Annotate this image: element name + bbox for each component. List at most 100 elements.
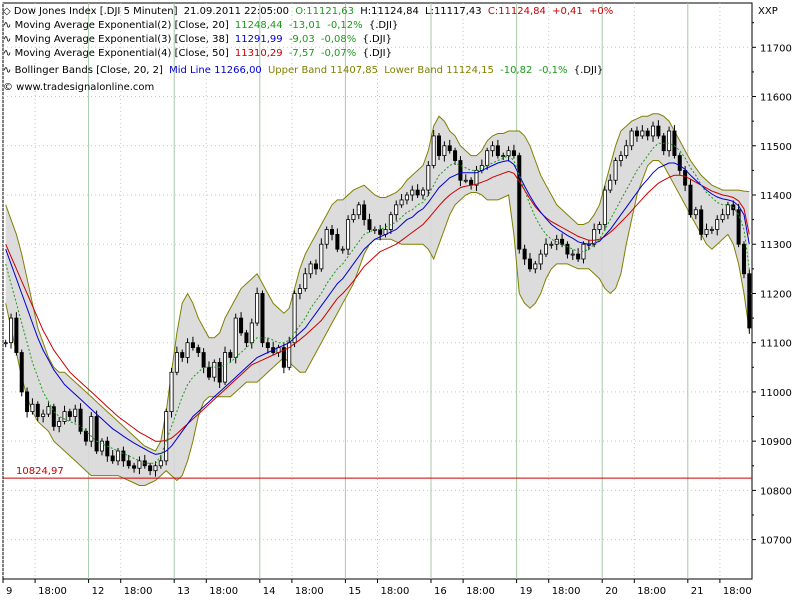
candle-body	[223, 352, 228, 383]
candle-body	[62, 411, 67, 422]
x-tick-label: 16	[434, 586, 447, 597]
copyright-text: © www.tradesignalonline.com	[3, 82, 154, 93]
candle-body	[148, 465, 153, 472]
candle-body	[570, 253, 575, 256]
candle-body	[260, 293, 265, 344]
candle-body	[346, 219, 351, 250]
y-tick-label: 10800	[760, 486, 792, 497]
candle-body	[201, 352, 206, 368]
candle-body	[608, 179, 613, 191]
candle-body	[185, 342, 190, 358]
candle-body	[308, 263, 313, 275]
y-tick-label: 10900	[760, 437, 792, 448]
ma-20-change-pct: -0,12%	[327, 20, 362, 31]
ma-38-change-pct: -0,08%	[321, 34, 356, 45]
y-tick-label: 11000	[760, 388, 792, 399]
candle-body	[415, 189, 420, 196]
ma-50-change-pct: -0,07%	[321, 48, 356, 59]
candle-body	[747, 273, 752, 329]
legend-ma-20: ∿ Moving Average Exponential(2) [Close, …	[3, 20, 398, 31]
x-tick-label: 18:00	[381, 586, 410, 597]
candle-body	[46, 406, 51, 415]
candle-body	[645, 130, 650, 137]
candle-body	[73, 408, 78, 417]
axis-tag: XXP	[758, 6, 778, 17]
candle-body	[41, 413, 46, 417]
y-tick-label: 10700	[760, 536, 792, 547]
y-tick-label: 11300	[760, 240, 792, 251]
candle-body	[233, 317, 238, 358]
ma-38-change: -9,03	[289, 34, 315, 45]
bollinger-lower: Lower Band 11124,15	[384, 65, 494, 76]
wave-icon: ∿	[3, 34, 11, 45]
y-tick-label: 11200	[760, 289, 792, 300]
candle-body	[736, 209, 741, 245]
ma-50-change: -7,57	[289, 48, 315, 59]
candle-body	[576, 253, 581, 260]
candle-body	[265, 342, 270, 349]
reference-line-label: 10824,97	[16, 466, 64, 477]
x-tick-label: 18:00	[38, 586, 67, 597]
candle-body	[426, 165, 431, 191]
x-tick-label: 18:00	[295, 586, 324, 597]
candle-body	[549, 243, 554, 246]
ma-50-value: 11310,29	[235, 48, 283, 59]
candle-body	[458, 160, 463, 181]
candle-body	[511, 150, 516, 157]
candle-body	[741, 243, 746, 275]
ma-20-symbol: {.DJI}	[369, 20, 399, 31]
candle-body	[244, 332, 249, 344]
candle-body	[527, 258, 532, 270]
bollinger-label: Bollinger Bands [Close, 20, 2]	[15, 65, 163, 76]
x-tick-label: 21	[691, 586, 704, 597]
candle-body	[57, 421, 62, 427]
candle-body	[25, 391, 30, 413]
candle-body	[303, 273, 308, 289]
candle-body	[169, 371, 174, 413]
candle-body	[255, 293, 260, 324]
candle-body	[158, 460, 163, 467]
candle-body	[67, 411, 72, 417]
ma-38-value: 11291,99	[235, 34, 283, 45]
candle-body	[640, 130, 645, 137]
candle-body	[404, 194, 409, 201]
bollinger-mid: Mid Line 11266,00	[169, 65, 262, 76]
candle-body	[634, 130, 639, 137]
candle-body	[613, 160, 618, 181]
candle-body	[319, 243, 324, 270]
candle-body	[335, 233, 340, 250]
legend-ma-38: ∿ Moving Average Exponential(3) [Close, …	[3, 34, 392, 45]
candle-body	[330, 229, 335, 235]
candle-body	[239, 317, 244, 334]
candle-body	[394, 204, 399, 216]
candle-body	[506, 150, 511, 157]
candle-body	[629, 130, 634, 147]
candle-body	[672, 130, 677, 157]
candle-body	[431, 135, 436, 166]
candle-body	[725, 204, 730, 216]
x-tick-label: 18:00	[466, 586, 495, 597]
instrument-datetime: 21.09.2011 22:05:00	[184, 6, 289, 17]
wave-icon: ∿	[3, 20, 11, 31]
bollinger-change: -10,82	[500, 65, 532, 76]
chart-root: 10824,97 10700 10800 10900 11000 11100 11200 1…	[0, 0, 800, 600]
candle-body	[351, 214, 356, 221]
diamond-icon: ◇	[3, 6, 14, 17]
candle-body	[544, 243, 549, 255]
bollinger-change-pct: -0,1%	[539, 65, 568, 76]
candle-body	[592, 229, 597, 245]
candle-body	[116, 450, 121, 462]
candle-body	[720, 214, 725, 221]
close-value: C:11124,84	[488, 6, 546, 17]
candle-body	[137, 460, 142, 469]
candle-body	[164, 411, 169, 462]
candle-body	[217, 361, 222, 383]
candle-body	[190, 342, 195, 349]
wave-icon: ∿	[3, 65, 11, 76]
candle-body	[249, 322, 254, 344]
candle-body	[174, 352, 179, 373]
x-tick-label: 14	[263, 586, 276, 597]
candle-body	[89, 416, 94, 442]
candle-body	[340, 248, 345, 251]
candle-body	[597, 224, 602, 230]
